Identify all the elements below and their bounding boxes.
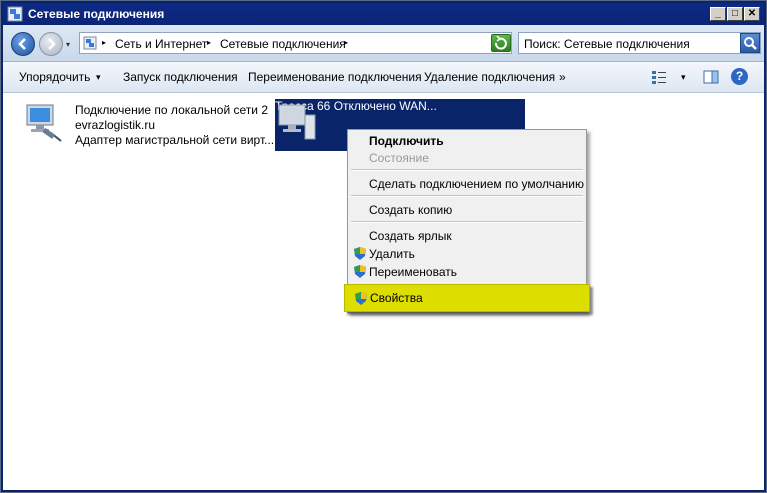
properties-highlight[interactable]: Свойства — [344, 284, 590, 312]
connection-domain: evrazlogistik.ru — [75, 118, 156, 132]
refresh-button[interactable] — [491, 34, 511, 52]
breadcrumb-network-internet[interactable]: Сеть и Интернет — [115, 37, 207, 51]
uac-shield-icon — [354, 247, 366, 260]
uac-shield-icon — [355, 292, 367, 305]
view-options-icon[interactable] — [651, 69, 667, 85]
connection-type: WAN... — [399, 99, 437, 113]
breadcrumb-separator-icon[interactable]: ▸ — [102, 38, 106, 47]
search-input[interactable]: Поиск: Сетевые подключения — [518, 32, 761, 54]
organize-dropdown-icon[interactable]: ▾ — [96, 72, 101, 83]
history-dropdown-icon[interactable]: ▾ — [66, 40, 70, 49]
context-menu: Подключить Состояние Сделать подключение… — [344, 129, 590, 313]
network-connections-icon — [7, 6, 23, 22]
connection-status: Отключено — [333, 99, 396, 113]
uac-shield-icon — [354, 265, 366, 278]
menu-item-connect[interactable]: Подключить — [369, 134, 444, 148]
menu-item-rename[interactable]: Переименовать — [369, 265, 457, 279]
menu-separator — [351, 221, 583, 223]
breadcrumb-separator-icon[interactable]: ▸ — [344, 38, 348, 47]
window-title: Сетевые подключения — [28, 7, 165, 21]
forward-button[interactable] — [39, 32, 63, 56]
breadcrumb-separator-icon[interactable]: ▸ — [207, 38, 211, 47]
menu-item-copy[interactable]: Создать копию — [369, 203, 452, 217]
rename-connection-button[interactable]: Переименование подключения — [248, 70, 422, 84]
menu-item-set-default[interactable]: Сделать подключением по умолчанию — [369, 177, 584, 191]
delete-connection-button[interactable]: Удаление подключения — [424, 70, 555, 84]
search-button[interactable] — [740, 33, 760, 53]
minimize-button[interactable]: _ — [710, 7, 726, 21]
command-bar: Упорядочить ▾ Запуск подключения Переиме… — [3, 62, 764, 93]
menu-item-delete[interactable]: Удалить — [369, 247, 415, 261]
connection-adapter: Адаптер магистральной сети вирт... — [75, 133, 275, 147]
address-box[interactable]: ▸ Сеть и Интернет ▸ Сетевые подключения … — [79, 32, 512, 54]
address-bar-area: ▾ ▸ Сеть и Интернет ▸ Сетевые подключени… — [3, 25, 764, 62]
search-icon — [744, 37, 757, 50]
lan-connection-icon — [26, 104, 62, 142]
menu-item-properties[interactable]: Свойства — [370, 291, 423, 305]
back-arrow-icon — [18, 38, 26, 50]
vpn-connection-icon — [278, 104, 316, 140]
network-folder-icon — [83, 36, 97, 50]
view-dropdown-icon[interactable]: ▾ — [681, 72, 686, 83]
help-icon[interactable]: ? — [731, 68, 748, 85]
refresh-icon — [494, 35, 507, 50]
connection-item-lan2[interactable]: Подключение по локальной сети 2 evrazlog… — [23, 99, 274, 151]
menu-item-status[interactable]: Состояние — [369, 151, 429, 165]
breadcrumb-network-connections[interactable]: Сетевые подключения — [220, 37, 346, 51]
start-connection-button[interactable]: Запуск подключения — [123, 70, 238, 84]
explorer-window: Сетевые подключения _ □ ✕ ▾ ▸ Сеть и Инт… — [0, 0, 767, 493]
menu-item-shortcut[interactable]: Создать ярлык — [369, 229, 452, 243]
maximize-button[interactable]: □ — [727, 7, 743, 21]
preview-pane-icon[interactable] — [703, 69, 719, 85]
forward-arrow-icon — [48, 38, 56, 50]
organize-button[interactable]: Упорядочить — [19, 70, 90, 84]
back-button[interactable] — [11, 32, 35, 56]
more-commands-button[interactable]: » — [559, 70, 566, 84]
close-button[interactable]: ✕ — [744, 7, 760, 21]
title-bar[interactable]: Сетевые подключения _ □ ✕ — [3, 3, 764, 25]
menu-separator — [351, 195, 583, 197]
connection-name: Подключение по локальной сети 2 — [75, 103, 269, 117]
search-placeholder: Поиск: Сетевые подключения — [524, 37, 690, 51]
menu-separator — [351, 169, 583, 171]
